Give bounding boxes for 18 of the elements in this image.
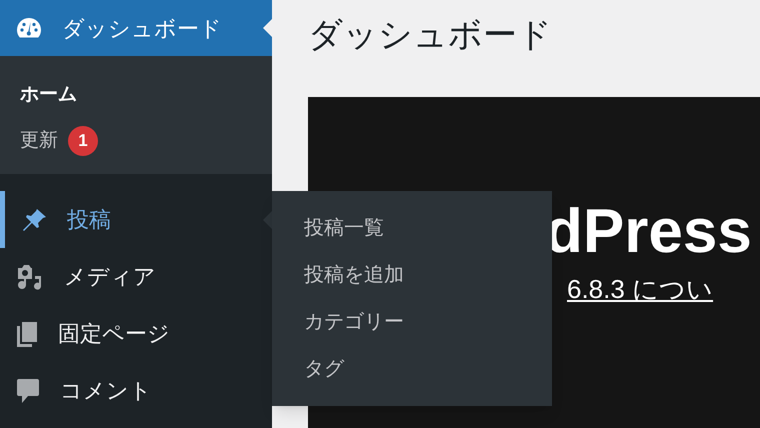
menu-item[interactable]: 投稿: [0, 191, 272, 248]
flyout-item[interactable]: 投稿一覧: [272, 204, 416, 251]
flyout-item[interactable]: カテゴリー: [272, 298, 436, 345]
dashboard-gauge-icon: [16, 17, 42, 39]
submenu-item[interactable]: ホーム: [0, 72, 97, 118]
count-badge: 1: [68, 126, 98, 156]
flyout-item[interactable]: 投稿を追加: [272, 251, 436, 298]
menu-item[interactable]: ダッシュボード: [0, 0, 272, 56]
pages-icon: [16, 320, 38, 346]
pushpin-icon: [21, 208, 47, 232]
menu-arrow-icon: [263, 19, 272, 37]
flyout-item[interactable]: タグ: [272, 345, 376, 392]
submenu-item[interactable]: 更新 1: [0, 118, 118, 164]
camera-music-icon: [16, 264, 44, 290]
welcome-heading: dPress: [545, 197, 752, 267]
speech-bubble-icon: [16, 378, 40, 404]
page-title: ダッシュボード: [308, 15, 552, 56]
about-link[interactable]: 6.8.3 につい: [567, 273, 714, 305]
